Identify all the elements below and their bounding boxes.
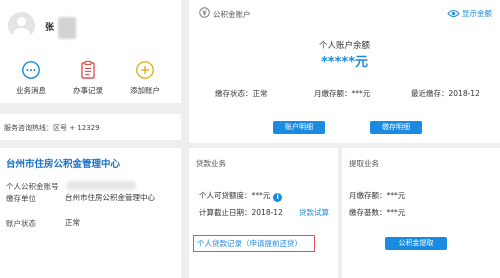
center-title[interactable]: 台州市住房公积金管理中心 xyxy=(6,156,120,170)
user-name: 张 xyxy=(45,23,55,33)
loan-deadline-row: 计算截止日期：2018-12 xyxy=(199,207,283,218)
loan-title: 贷款业务 xyxy=(196,159,226,168)
quick-action-label: 业务消息 xyxy=(16,86,46,95)
loan-record-link[interactable]: 个人贷款记录（申请提前还贷） xyxy=(193,235,315,252)
monthly-deposit: 月缴存额：***元 xyxy=(314,89,371,98)
unit-value: 台州市住房公积金管理中心 xyxy=(65,193,155,202)
withdraw-title: 提取业务 xyxy=(349,159,379,168)
loan-trial-link[interactable]: 贷款试算 xyxy=(299,207,329,218)
unit-label: 缴存单位 xyxy=(6,194,36,203)
quick-action-records[interactable]: 办事记录 xyxy=(62,60,114,96)
quick-action-add-account[interactable]: 添加账户 xyxy=(119,60,171,96)
loan-available: 个人可贷额度：***元 xyxy=(199,191,271,200)
fund-account-card: 公积金账户 显示金额 个人账户余额 *****元 缴存状态：正常 月缴存额：**… xyxy=(189,0,500,143)
quick-action-messages[interactable]: 业务消息 xyxy=(5,60,57,96)
account-status-value: 正常 xyxy=(65,218,80,227)
balance-label: 个人账户余额 xyxy=(318,41,370,51)
user-profile-card: 张 业务消息 办事记录 添加账户 xyxy=(0,0,181,103)
last-deposit: 最近缴存：2018-12 xyxy=(411,89,480,98)
loan-available-row: 个人可贷额度：***元 i xyxy=(199,190,283,202)
name-redaction xyxy=(58,17,76,39)
hotline-card: 服务咨询热线：区号 + 12329 xyxy=(0,114,181,140)
yuan-icon xyxy=(199,7,210,18)
loan-business-card: 贷款业务 个人可贷额度：***元 i 计算截止日期：2018-12 贷款试算 个人… xyxy=(189,148,338,278)
center-info-card: 台州市住房公积金管理中心 个人公积金账号 缴存单位 台州市住房公积金管理中心 账… xyxy=(0,148,181,278)
withdraw-business-card: 提取业务 月缴存额：***元 缴存基数：***元 公积金提取 xyxy=(342,148,500,278)
deposit-detail-button[interactable]: 缴存明细 xyxy=(370,121,422,134)
withdraw-button[interactable]: 公积金提取 xyxy=(385,237,447,250)
balance-value: *****元 xyxy=(321,55,368,70)
show-amount-toggle[interactable]: 显示金额 xyxy=(447,8,492,19)
loan-deadline: 计算截止日期：2018-12 xyxy=(199,208,283,217)
quick-action-label: 添加账户 xyxy=(130,86,160,95)
eye-icon xyxy=(447,10,460,17)
service-hotline: 服务咨询热线：区号 + 12329 xyxy=(4,124,100,132)
avatar[interactable] xyxy=(8,12,35,39)
quick-action-label: 办事记录 xyxy=(73,86,103,95)
account-detail-button[interactable]: 账户明细 xyxy=(273,121,325,134)
withdraw-monthly: 月缴存额：***元 xyxy=(349,191,406,200)
record-icon xyxy=(81,60,95,79)
info-icon[interactable]: i xyxy=(273,193,283,202)
account-title: 公积金账户 xyxy=(213,10,251,19)
deposit-status: 缴存状态：正常 xyxy=(215,89,268,98)
message-icon xyxy=(22,61,40,79)
withdraw-base: 缴存基数：***元 xyxy=(349,208,406,217)
add-account-icon xyxy=(136,61,154,79)
account-number-label: 个人公积金账号 xyxy=(6,182,59,191)
account-number-redaction xyxy=(66,181,136,190)
account-status-label: 账户状态 xyxy=(6,219,36,228)
show-amount-label: 显示金额 xyxy=(462,9,492,18)
